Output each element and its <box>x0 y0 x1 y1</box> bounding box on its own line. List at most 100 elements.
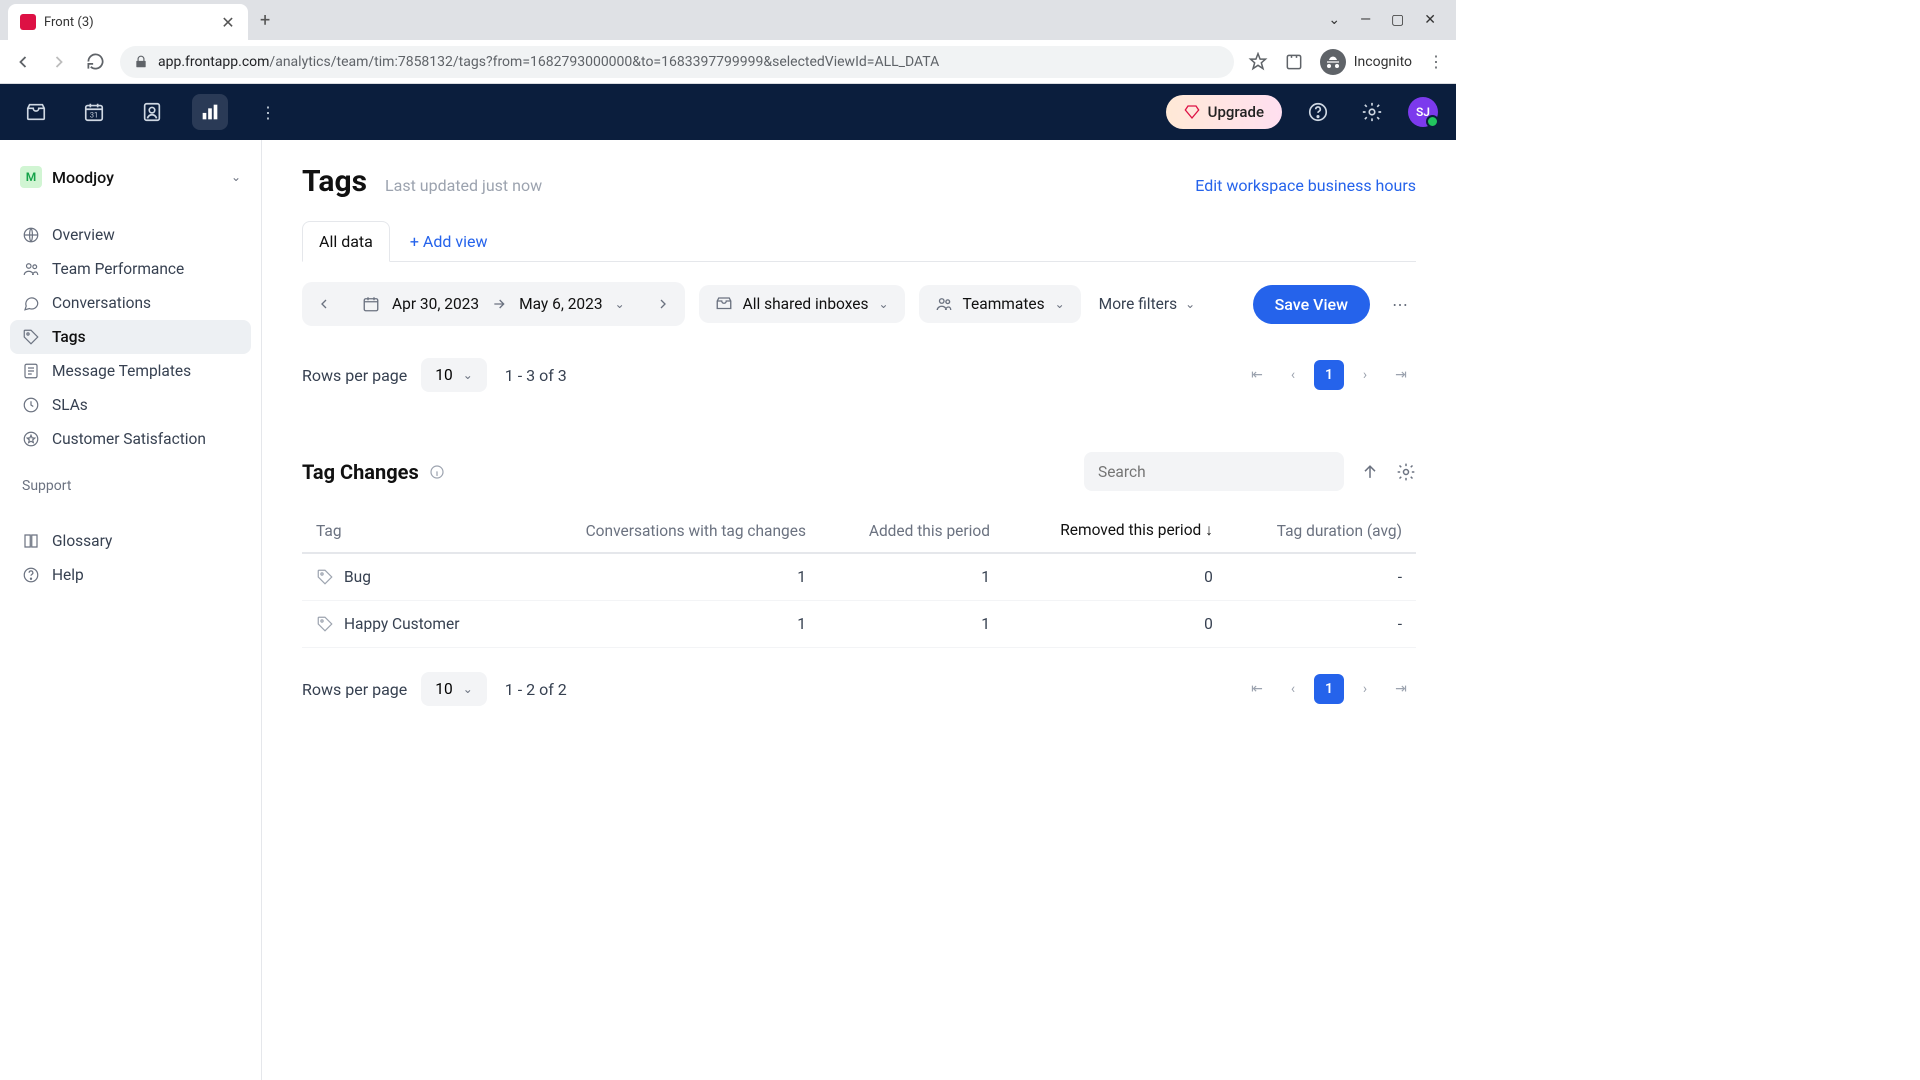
rows-per-page-select[interactable]: 10 ⌄ <box>421 358 487 392</box>
chevron-down-icon: ⌄ <box>878 297 888 311</box>
chevron-down-icon: ⌄ <box>463 682 473 696</box>
favicon-icon <box>20 14 36 30</box>
export-icon[interactable] <box>1360 462 1380 482</box>
sidebar-item-help[interactable]: Help <box>10 558 251 592</box>
sidebar-item-customer-satisfaction[interactable]: Customer Satisfaction <box>10 422 251 456</box>
filter-teammates[interactable]: Teammates ⌄ <box>919 285 1081 323</box>
last-page-button[interactable]: ⇥ <box>1386 360 1416 390</box>
back-button[interactable] <box>12 51 34 73</box>
sidebar-item-label: SLAs <box>52 396 88 414</box>
sidebar-item-glossary[interactable]: Glossary <box>10 524 251 558</box>
prev-page-button[interactable]: ‹ <box>1278 674 1308 704</box>
date-range-picker: Apr 30, 2023 May 6, 2023 ⌄ <box>302 282 685 326</box>
browser-menu-icon[interactable]: ⋮ <box>1428 52 1444 71</box>
extensions-icon[interactable] <box>1284 52 1304 72</box>
close-icon[interactable]: ✕ <box>220 14 236 30</box>
first-page-button[interactable]: ⇤ <box>1242 360 1272 390</box>
date-prev-button[interactable] <box>306 286 342 322</box>
reload-button[interactable] <box>84 51 106 73</box>
user-avatar[interactable]: SJ <box>1408 97 1438 127</box>
search-input[interactable] <box>1084 452 1344 491</box>
sidebar-item-slas[interactable]: SLAs <box>10 388 251 422</box>
view-menu-icon[interactable]: ⋯ <box>1384 287 1416 322</box>
first-page-button[interactable]: ⇤ <box>1242 674 1272 704</box>
tag-name: Happy Customer <box>344 615 459 633</box>
workspace-selector[interactable]: M Moodjoy ⌄ <box>10 158 251 196</box>
edit-business-hours-link[interactable]: Edit workspace business hours <box>1195 176 1416 195</box>
sidebar-item-conversations[interactable]: Conversations <box>10 286 251 320</box>
next-page-button[interactable]: › <box>1350 360 1380 390</box>
col-conversations[interactable]: Conversations with tag changes <box>514 509 820 553</box>
info-icon[interactable] <box>429 464 445 480</box>
tab-strip: Front (3) ✕ + ⌄ — ▢ ✕ <box>0 0 1456 40</box>
table-row[interactable]: Bug110- <box>302 553 1416 601</box>
chevron-down-icon: ⌄ <box>231 170 241 184</box>
tab-title: Front (3) <box>44 15 212 30</box>
maximize-icon[interactable]: ▢ <box>1391 12 1404 28</box>
incognito-badge[interactable]: Incognito <box>1320 49 1412 75</box>
last-page-button[interactable]: ⇥ <box>1386 674 1416 704</box>
prev-page-button[interactable]: ‹ <box>1278 360 1308 390</box>
next-page-button[interactable]: › <box>1350 674 1380 704</box>
settings-icon[interactable] <box>1354 94 1390 130</box>
new-tab-button[interactable]: + <box>260 10 270 31</box>
close-window-icon[interactable]: ✕ <box>1424 12 1436 28</box>
page-1-button[interactable]: 1 <box>1314 674 1344 704</box>
view-tabs: All data + Add view <box>302 221 1416 262</box>
page-1-button[interactable]: 1 <box>1314 360 1344 390</box>
tag-icon <box>316 615 334 633</box>
add-view-button[interactable]: + Add view <box>410 232 488 251</box>
sort-desc-icon: ↓ <box>1205 521 1213 539</box>
inbox-icon[interactable] <box>18 94 54 130</box>
sidebar-item-overview[interactable]: Overview <box>10 218 251 252</box>
sidebar-item-label: Glossary <box>52 532 112 550</box>
address-bar: app.frontapp.com/analytics/team/tim:7858… <box>0 40 1456 84</box>
table-row[interactable]: Happy Customer110- <box>302 601 1416 648</box>
save-view-button[interactable]: Save View <box>1253 285 1370 324</box>
col-added[interactable]: Added this period <box>820 509 1004 553</box>
tab-all-data[interactable]: All data <box>302 221 390 262</box>
help-icon[interactable] <box>1300 94 1336 130</box>
cell-duration: - <box>1227 601 1416 648</box>
date-next-button[interactable] <box>645 286 681 322</box>
rows-per-page-select[interactable]: 10 ⌄ <box>421 672 487 706</box>
pagination-range: 1 - 3 of 3 <box>505 366 567 385</box>
date-range-display[interactable]: Apr 30, 2023 May 6, 2023 ⌄ <box>352 295 635 313</box>
incognito-icon <box>1320 49 1346 75</box>
browser-chrome: Front (3) ✕ + ⌄ — ▢ ✕ app.frontapp.com/a… <box>0 0 1456 84</box>
cell-removed: 0 <box>1004 553 1227 601</box>
book-icon <box>22 532 40 550</box>
app-topbar: 31 ⋮ Upgrade SJ <box>0 84 1456 140</box>
tabs-dropdown-icon[interactable]: ⌄ <box>1328 12 1340 28</box>
analytics-icon[interactable] <box>192 94 228 130</box>
chevron-down-icon: ⌄ <box>463 368 473 382</box>
sidebar-item-tags[interactable]: Tags <box>10 320 251 354</box>
browser-tab[interactable]: Front (3) ✕ <box>8 4 248 40</box>
help-icon <box>22 566 40 584</box>
tag-changes-heading: Tag Changes <box>302 460 419 484</box>
minimize-icon[interactable]: — <box>1360 12 1371 28</box>
col-removed[interactable]: Removed this period ↓ <box>1004 509 1227 553</box>
more-filters-button[interactable]: More filters ⌄ <box>1095 285 1200 323</box>
upgrade-button[interactable]: Upgrade <box>1166 95 1282 129</box>
table-settings-icon[interactable] <box>1396 462 1416 482</box>
template-icon <box>22 362 40 380</box>
bookmark-icon[interactable] <box>1248 52 1268 72</box>
arrow-right-icon <box>491 296 507 312</box>
calendar-icon[interactable]: 31 <box>76 94 112 130</box>
chat-icon <box>22 294 40 312</box>
url-field[interactable]: app.frontapp.com/analytics/team/tim:7858… <box>120 46 1234 78</box>
contacts-icon[interactable] <box>134 94 170 130</box>
filter-inboxes[interactable]: All shared inboxes ⌄ <box>699 285 905 323</box>
lock-icon <box>134 55 148 69</box>
forward-button[interactable] <box>48 51 70 73</box>
col-tag[interactable]: Tag <box>302 509 514 553</box>
calendar-small-icon <box>362 295 380 313</box>
workspace-name: Moodjoy <box>52 168 221 187</box>
more-apps-icon[interactable]: ⋮ <box>250 94 286 130</box>
chevron-down-icon: ⌄ <box>1055 297 1065 311</box>
people-icon <box>22 260 40 278</box>
sidebar-item-team-performance[interactable]: Team Performance <box>10 252 251 286</box>
sidebar-item-message-templates[interactable]: Message Templates <box>10 354 251 388</box>
col-duration[interactable]: Tag duration (avg) <box>1227 509 1416 553</box>
